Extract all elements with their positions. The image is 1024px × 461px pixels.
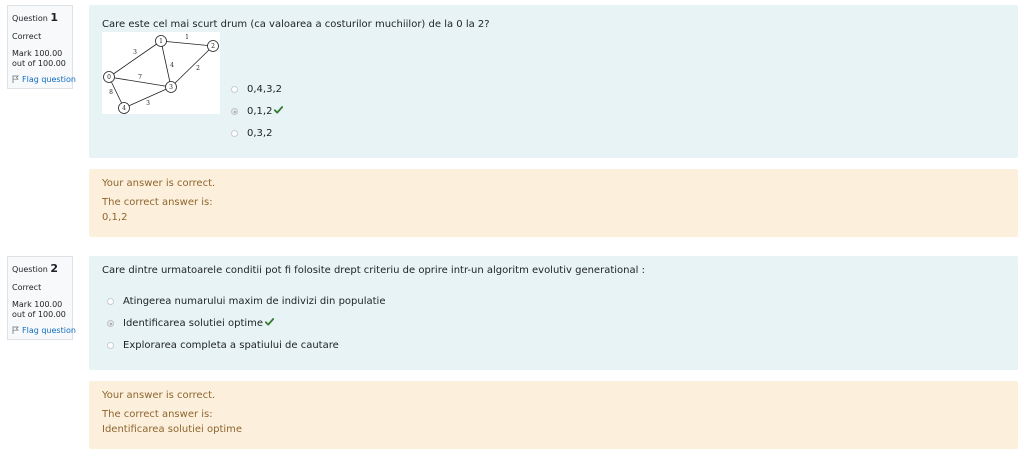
question-state: Correct bbox=[12, 282, 42, 292]
answer-option[interactable]: Identificarea solutiei optime bbox=[107, 318, 275, 329]
question-number-value: 2 bbox=[50, 262, 58, 275]
graph-node-label-1: 1 bbox=[159, 38, 163, 45]
right-answer-label: The correct answer is: bbox=[102, 409, 213, 420]
answer-option[interactable]: 0,4,3,2 bbox=[231, 84, 282, 95]
graph-edge-label: 4 bbox=[170, 62, 174, 69]
answer-option[interactable]: 0,1,2 bbox=[231, 106, 284, 117]
graph-node-label-4: 4 bbox=[122, 105, 126, 112]
graph-node-label-2: 2 bbox=[211, 43, 215, 50]
graph-node-label-0: 0 bbox=[107, 74, 111, 81]
graph-edge-label: 1 bbox=[185, 34, 189, 41]
answer-radio[interactable] bbox=[231, 130, 238, 137]
answer-label: Identificarea solutiei optime bbox=[123, 318, 264, 329]
answer-option[interactable]: 0,3,2 bbox=[231, 128, 272, 139]
answer-radio[interactable] bbox=[231, 86, 238, 93]
answer-radio-selected[interactable] bbox=[231, 108, 238, 115]
question-text: Care dintre urmatoarele conditii pot fi … bbox=[102, 265, 645, 276]
answer-label: Atingerea numarului maxim de indivizi di… bbox=[123, 296, 386, 307]
graph-image: 0 1 2 3 4 1 3 7 4 2 8 3 bbox=[102, 32, 220, 114]
question-feedback-2: Your answer is correct. The correct answ… bbox=[89, 381, 1018, 449]
question-info-1: Question 1 Correct Mark 100.00 out of 10… bbox=[7, 5, 76, 89]
right-answer: 0,1,2 bbox=[102, 212, 128, 223]
answer-option[interactable]: Explorarea completa a spatiului de cauta… bbox=[107, 340, 339, 351]
question-number-value: 1 bbox=[50, 11, 58, 24]
check-icon bbox=[274, 106, 284, 117]
question-feedback-1: Your answer is correct. The correct answ… bbox=[89, 169, 1018, 237]
graph-edge-label: 2 bbox=[196, 65, 200, 72]
question-grade: Mark 100.00 out of 100.00 bbox=[12, 299, 66, 320]
question-number: Question 2 bbox=[12, 262, 68, 277]
answer-option[interactable]: Atingerea numarului maxim de indivizi di… bbox=[107, 296, 385, 307]
graph-node-label-3: 3 bbox=[169, 84, 173, 91]
question-info-2: Question 2 Correct Mark 100.00 out of 10… bbox=[7, 256, 76, 340]
graph-edge-label: 7 bbox=[138, 74, 142, 81]
flag-question-label: Flag question bbox=[22, 75, 76, 85]
graph-edge-label: 3 bbox=[146, 100, 150, 107]
right-answer: Identificarea solutiei optime bbox=[102, 424, 243, 435]
question-number: Question 1 bbox=[12, 11, 68, 26]
question-formulation-1: Care este cel mai scurt drum (ca valoare… bbox=[89, 5, 1018, 158]
answer-radio-selected[interactable] bbox=[107, 320, 114, 327]
right-answer-label: The correct answer is: bbox=[102, 197, 213, 208]
question-text: Care este cel mai scurt drum (ca valoare… bbox=[102, 19, 490, 30]
graph-edge-label: 3 bbox=[133, 49, 137, 56]
flag-question-link[interactable]: Flag question bbox=[12, 75, 76, 87]
graph-edge-label: 8 bbox=[109, 89, 113, 96]
answer-label: Explorarea completa a spatiului de cauta… bbox=[123, 340, 339, 351]
flag-icon bbox=[12, 326, 19, 338]
question-state: Correct bbox=[12, 31, 42, 41]
answer-radio[interactable] bbox=[107, 342, 114, 349]
flag-question-link[interactable]: Flag question bbox=[12, 326, 76, 338]
feedback-result: Your answer is correct. bbox=[102, 390, 216, 401]
answer-label: 0,4,3,2 bbox=[247, 84, 282, 95]
question-formulation-2: Care dintre urmatoarele conditii pot fi … bbox=[89, 256, 1018, 370]
flag-icon bbox=[12, 75, 19, 87]
question-number-prefix: Question bbox=[12, 265, 48, 274]
question-grade: Mark 100.00 out of 100.00 bbox=[12, 48, 66, 69]
answer-label: 0,1,2 bbox=[247, 106, 273, 117]
flag-question-label: Flag question bbox=[22, 326, 76, 336]
feedback-result: Your answer is correct. bbox=[102, 178, 216, 189]
question-number-prefix: Question bbox=[12, 14, 48, 23]
answer-label: 0,3,2 bbox=[247, 128, 273, 139]
answer-radio[interactable] bbox=[107, 298, 114, 305]
check-icon bbox=[264, 318, 275, 329]
